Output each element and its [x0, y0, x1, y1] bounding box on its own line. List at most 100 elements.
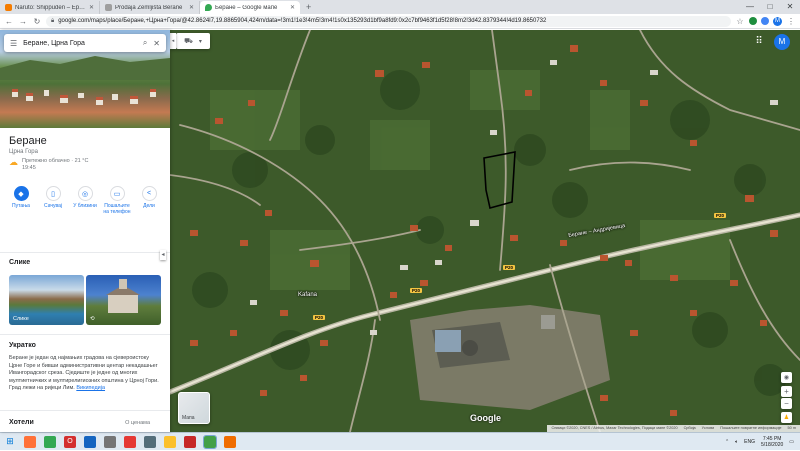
road-shield: P20 — [503, 265, 516, 270]
photo-thumbnail-monastery[interactable]: ⟲ — [86, 275, 161, 325]
satellite-imagery — [170, 30, 800, 432]
minimize-icon[interactable]: — — [740, 0, 760, 14]
reload-icon[interactable]: ↻ — [32, 17, 42, 26]
photo-label: Слике — [13, 316, 29, 322]
profile-avatar[interactable]: M — [773, 16, 782, 26]
language-indicator[interactable]: ENG — [744, 439, 755, 445]
action-label: Дели — [143, 203, 155, 209]
bookmark-icon: ▯ — [45, 186, 61, 201]
clock-date: 5/18/2020 — [761, 442, 784, 448]
maximize-icon[interactable]: □ — [760, 0, 780, 14]
media-icon[interactable] — [184, 435, 196, 448]
photos-title: Слике — [9, 259, 31, 266]
browser-tab[interactable]: Naruto: Shippuden – Epizoda 21 ✕ — [0, 1, 100, 14]
wikipedia-link[interactable]: Википедија — [76, 385, 105, 391]
place-actions: ◆ Путања ▯ Сачувај ◎ У близини ▭ Пошаљит… — [5, 186, 165, 215]
menu-dots-icon[interactable]: ⋮ — [786, 17, 796, 26]
url-text: google.com/maps/place/Беране,+Црна+Гора/… — [58, 18, 547, 24]
collapse-panel-icon[interactable]: ◂ — [160, 250, 166, 260]
close-icon[interactable]: ✕ — [153, 39, 160, 48]
road-shield: P20 — [313, 315, 326, 320]
zoom-in-button[interactable]: + — [781, 386, 792, 397]
chrome-icon[interactable] — [44, 435, 56, 448]
nearby-icon: ◎ — [77, 186, 93, 201]
apps-grid-icon[interactable]: ⠿ — [752, 34, 766, 48]
tab-favicon-icon — [105, 4, 112, 11]
tray-up-icon[interactable]: ⌃ — [725, 439, 729, 445]
directions-button[interactable]: ◆ Путања — [5, 186, 37, 215]
weather-text: Претежно облачно · 21 °C — [22, 158, 89, 164]
photo-thumbnail-lake[interactable]: Слике — [9, 275, 84, 325]
divider — [0, 410, 170, 411]
new-tab-button[interactable]: + — [300, 1, 317, 14]
place-info-panel: ☰ Беране, Црна Гора ⌕ ✕ Беране Црна Гора… — [0, 30, 170, 432]
extension-icon[interactable] — [761, 17, 769, 25]
windows-start-icon[interactable]: ⊞ — [4, 436, 16, 448]
place-title: Беране — [9, 135, 47, 147]
hotels-title: Хотели — [9, 419, 34, 426]
explorer-icon[interactable] — [84, 435, 96, 448]
poi-label[interactable]: Kafana — [298, 292, 317, 298]
my-location-icon[interactable]: ◉ — [781, 372, 792, 383]
scale-label: 50 m — [787, 426, 796, 430]
back-icon[interactable]: ← — [4, 17, 14, 26]
browser-tab-strip: Naruto: Shippuden – Epizoda 21 ✕ Prodaja… — [0, 0, 800, 14]
star-icon[interactable]: ☆ — [735, 17, 745, 26]
share-button[interactable]: < Дели — [133, 186, 165, 215]
notification-icon[interactable]: ▭ — [789, 439, 794, 445]
map-layer-toggle[interactable]: ⛟ ▾ — [176, 33, 210, 49]
about-text: Беране је један од најмањих градова на с… — [9, 355, 161, 393]
forward-icon[interactable]: → — [18, 17, 28, 26]
search-icon[interactable]: ⌕ — [143, 38, 147, 48]
feedback-link[interactable]: Пошаљите повратне информације — [720, 426, 781, 431]
chrome-active-icon[interactable] — [203, 434, 217, 449]
clock[interactable]: 7:45 PM 5/18/2020 — [761, 436, 783, 448]
account-avatar[interactable]: M — [774, 34, 790, 50]
media-player-icon[interactable] — [104, 435, 116, 448]
save-button[interactable]: ▯ Сачувај — [37, 186, 69, 215]
action-label: У близини — [73, 203, 97, 209]
chrome-icon[interactable] — [124, 435, 136, 448]
search-input[interactable]: Беране, Црна Гора — [23, 40, 137, 47]
send-to-phone-button[interactable]: ▭ Пошаљите на телефон — [101, 186, 133, 215]
terms-link[interactable]: Услови — [702, 426, 715, 431]
address-bar-row: ← → ↻ 🔒︎ google.com/maps/place/Беране,+Ц… — [0, 14, 800, 29]
url-input[interactable]: 🔒︎ google.com/maps/place/Беране,+Црна+Го… — [46, 15, 731, 27]
volume-icon[interactable]: 🔈︎ — [735, 439, 738, 445]
directions-icon: ◆ — [13, 186, 29, 201]
folder-icon[interactable] — [144, 435, 156, 448]
nearby-button[interactable]: ◎ У близини — [69, 186, 101, 215]
expand-panel-icon[interactable]: ◂ — [170, 33, 176, 49]
firefox-icon[interactable] — [24, 435, 36, 448]
extension-shield-icon[interactable] — [749, 17, 757, 25]
map-attribution: Снимци ©2020, CNES / Airbus, Maxar Techn… — [547, 425, 800, 432]
map-type-label: Мапа — [182, 415, 195, 421]
tab-close-icon[interactable]: ✕ — [89, 4, 94, 11]
attribution-text: Снимци ©2020, CNES / Airbus, Maxar Techn… — [551, 426, 678, 430]
tab-label: Prodaja Zemljišta Berane — [115, 4, 183, 11]
pegman-icon[interactable]: ♟ — [781, 412, 792, 423]
lock-icon: 🔒︎ — [51, 17, 55, 24]
close-window-icon[interactable]: ✕ — [780, 0, 800, 14]
tab-close-icon[interactable]: ✕ — [189, 4, 194, 11]
country-link[interactable]: Србија — [684, 426, 696, 431]
divider — [0, 252, 170, 253]
search-box[interactable]: ☰ Беране, Црна Гора ⌕ ✕ — [4, 34, 166, 52]
browser-tab-active[interactable]: Беране – Google мапе ✕ — [200, 1, 300, 14]
road-shield: P20 — [410, 288, 423, 293]
satellite-map[interactable]: ⛟ ▾ ◂ ⠿ M Kafana Беране – Андријевица P2… — [170, 30, 800, 432]
tab-close-icon[interactable]: ✕ — [290, 4, 295, 11]
maps-pin-icon — [205, 4, 212, 11]
360-icon: ⟲ — [90, 316, 95, 322]
zoom-out-button[interactable]: − — [781, 398, 792, 409]
opera-icon[interactable]: O — [64, 435, 76, 448]
map-type-button[interactable]: Мапа — [178, 392, 210, 424]
chrome-canary-icon[interactable] — [164, 435, 176, 448]
weather-time: 19:45 — [22, 165, 36, 171]
menu-icon[interactable]: ☰ — [10, 39, 17, 48]
weather-info: ☁︎ Претежно облачно · 21 °C 19:45 — [9, 158, 88, 172]
hotels-prices-link[interactable]: О ценама — [125, 420, 150, 426]
browser-tab[interactable]: Prodaja Zemljišta Berane ✕ — [100, 1, 200, 14]
app-icon[interactable] — [224, 435, 236, 448]
tab-favicon-icon — [5, 4, 12, 11]
